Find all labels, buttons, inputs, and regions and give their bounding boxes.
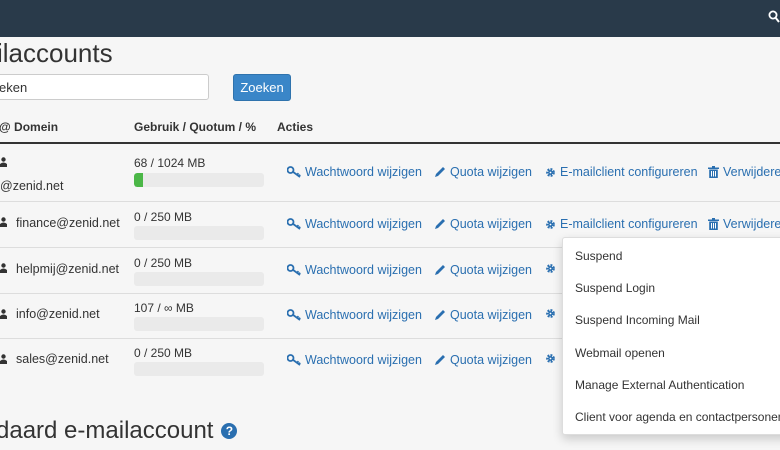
menu-item-external-auth[interactable]: Manage External Authentication [575, 378, 744, 392]
change-password-label: Wachtwoord wijzigen [305, 263, 422, 277]
delete-label: Verwijderen [723, 217, 780, 231]
user-icon [0, 263, 7, 273]
gear-icon [546, 354, 555, 363]
top-navigation-bar [0, 0, 780, 37]
user-icon [0, 354, 7, 364]
change-quota-label: Quota wijzigen [450, 308, 532, 322]
delete-link[interactable]: Verwijderen [708, 217, 780, 231]
change-quota-label: Quota wijzigen [450, 353, 532, 367]
pencil-icon [435, 167, 445, 177]
change-quota-link[interactable]: Quota wijzigen [434, 165, 532, 179]
key-icon [287, 166, 301, 178]
change-quota-link[interactable]: Quota wijzigen [434, 353, 532, 367]
usage-progress-fill [134, 173, 143, 187]
email-address: helpmij@zenid.net [16, 262, 120, 276]
column-header-usage[interactable]: Gebruik / Quotum / % [134, 120, 256, 134]
key-icon [287, 309, 301, 321]
change-password-link[interactable]: Wachtwoord wijzigen [287, 308, 422, 322]
change-password-link[interactable]: Wachtwoord wijzigen [287, 165, 422, 179]
email-address: info@zenid.net [16, 307, 100, 321]
configure-client-link[interactable]: E-mailclient configureren [545, 165, 698, 179]
configure-client-link[interactable] [545, 263, 556, 274]
configure-client-label: E-mailclient configureren [560, 165, 698, 179]
email-address: finance@zenid.net [16, 216, 120, 230]
table-row: @zenid.net 68 / 1024 MB Wachtwoord wijzi… [0, 143, 780, 202]
search-icon[interactable] [768, 10, 780, 24]
menu-item-suspend-login[interactable]: Suspend Login [575, 281, 655, 295]
change-quota-link[interactable]: Quota wijzigen [434, 263, 532, 277]
configure-client-link[interactable] [545, 353, 556, 364]
change-quota-link[interactable]: Quota wijzigen [434, 308, 532, 322]
change-password-label: Wachtwoord wijzigen [305, 308, 422, 322]
usage-progress-bar [134, 173, 264, 187]
delete-link[interactable]: Verwijderen [708, 165, 780, 179]
page-title: ilaccounts [0, 38, 113, 68]
account-actions-dropdown: Suspend Suspend Login Suspend Incoming M… [562, 237, 780, 435]
change-quota-link[interactable]: Quota wijzigen [434, 217, 532, 231]
default-account-heading: daard e-mailaccount ? [0, 417, 238, 445]
column-header-actions: Acties [277, 120, 314, 134]
change-password-link[interactable]: Wachtwoord wijzigen [287, 263, 422, 277]
configure-client-label: E-mailclient configureren [560, 217, 698, 231]
change-password-label: Wachtwoord wijzigen [305, 165, 422, 179]
pencil-icon [435, 265, 445, 275]
usage-progress-bar [134, 362, 264, 376]
pencil-icon [435, 310, 445, 320]
pencil-icon [435, 219, 445, 229]
change-quota-label: Quota wijzigen [450, 217, 532, 231]
default-account-title: daard e-mailaccount [0, 417, 214, 444]
delete-label: Verwijderen [723, 165, 780, 179]
usage-text: 0 / 250 MB [134, 210, 193, 224]
change-password-link[interactable]: Wachtwoord wijzigen [287, 217, 422, 231]
search-input[interactable] [0, 74, 209, 100]
user-icon [0, 217, 7, 227]
gear-icon [546, 167, 555, 177]
search-button[interactable]: Zoeken [233, 74, 291, 101]
user-icon [0, 157, 7, 167]
usage-progress-bar [134, 272, 264, 286]
usage-text: 68 / 1024 MB [134, 156, 206, 170]
configure-client-link[interactable] [545, 308, 556, 319]
change-password-label: Wachtwoord wijzigen [305, 217, 422, 231]
usage-progress-bar [134, 226, 264, 240]
menu-item-suspend[interactable]: Suspend [575, 249, 622, 263]
change-password-link[interactable]: Wachtwoord wijzigen [287, 353, 422, 367]
change-quota-label: Quota wijzigen [450, 165, 532, 179]
email-address: @zenid.net [0, 179, 64, 193]
help-icon[interactable]: ? [221, 423, 238, 439]
key-icon [287, 218, 301, 230]
change-quota-label: Quota wijzigen [450, 263, 532, 277]
usage-progress-bar [134, 317, 264, 331]
menu-item-calendar-contacts[interactable]: Client voor agenda en contactpersonen [575, 410, 780, 424]
usage-text: 107 / ∞ MB [134, 301, 194, 315]
key-icon [287, 264, 301, 276]
gear-icon [546, 219, 555, 229]
trash-icon [708, 218, 719, 230]
column-header-account[interactable]: @ Domein [0, 120, 58, 134]
usage-text: 0 / 250 MB [134, 256, 193, 270]
menu-item-suspend-incoming-mail[interactable]: Suspend Incoming Mail [575, 313, 700, 327]
change-password-label: Wachtwoord wijzigen [305, 353, 422, 367]
pencil-icon [435, 355, 445, 365]
email-address: sales@zenid.net [16, 352, 109, 366]
configure-client-link[interactable]: E-mailclient configureren [545, 217, 698, 231]
user-icon [0, 309, 7, 319]
key-icon [287, 354, 301, 366]
trash-icon [708, 166, 719, 178]
menu-item-webmail[interactable]: Webmail openen [575, 346, 665, 360]
table-header: @ Domein Gebruik / Quotum / % Acties [0, 112, 780, 144]
gear-icon [546, 264, 555, 273]
usage-text: 0 / 250 MB [134, 346, 193, 360]
gear-icon [546, 309, 555, 318]
